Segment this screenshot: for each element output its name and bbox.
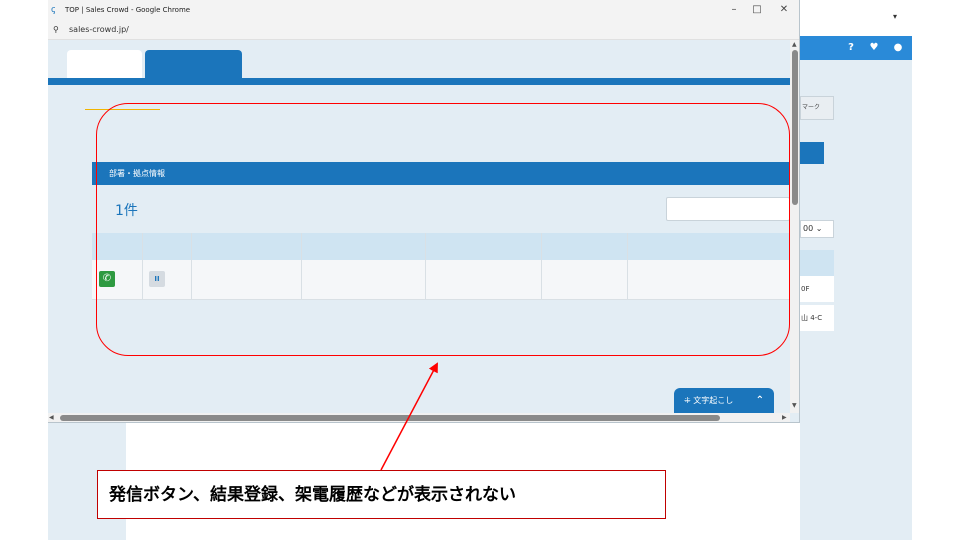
maximize-button[interactable]: □ (747, 2, 767, 18)
window-titlebar: ꞔ TOP | Sales Crowd - Google Chrome – □ … (48, 0, 799, 20)
address-url[interactable]: sales-crowd.jp/ (69, 24, 129, 36)
annotation-callout: 発信ボタン、結果登録、架電履歴などが表示されない (97, 470, 666, 519)
microphone-icon: ⁜ (684, 396, 694, 405)
background-table-row: 山 4-C (800, 305, 834, 331)
site-settings-icon[interactable]: ⚲ (53, 25, 59, 35)
vertical-scroll-thumb[interactable] (792, 50, 798, 205)
chevron-up-icon: ⌃ (755, 395, 764, 406)
close-button[interactable]: ✕ (774, 2, 794, 18)
sales-crowd-favicon-icon: ꞔ (51, 5, 56, 15)
window-title: TOP | Sales Crowd - Google Chrome (65, 6, 191, 14)
heart-icon[interactable]: ♥ (867, 41, 881, 55)
annotation-highlight-box (96, 103, 790, 356)
scroll-down-icon[interactable]: ▼ (792, 402, 797, 409)
background-tab-mark[interactable]: マーク (800, 96, 834, 120)
tab-inactive[interactable] (67, 50, 142, 78)
background-far-right-panel (835, 60, 912, 540)
address-bar[interactable]: ⚲ sales-crowd.jp/ (48, 20, 799, 40)
background-table-header (800, 250, 834, 276)
scroll-left-icon[interactable]: ◀ (49, 414, 54, 421)
chat-icon[interactable]: ● (891, 41, 905, 55)
background-topbar: ▾ (800, 0, 912, 36)
vertical-scrollbar[interactable]: ▲ ▼ (790, 40, 799, 413)
help-icon[interactable]: ? (844, 41, 858, 55)
minimize-button[interactable]: – (724, 2, 744, 18)
tab-underline-bar (48, 78, 790, 85)
tab-active[interactable] (145, 50, 242, 78)
transcribe-label: 文字起こし (693, 396, 734, 405)
background-action-button[interactable] (800, 142, 824, 164)
background-header-bar: ? ♥ ● (800, 36, 912, 60)
scroll-up-icon[interactable]: ▲ (792, 41, 797, 48)
transcribe-button[interactable]: ⁜ 文字起こし ⌃ (674, 388, 774, 413)
horizontal-scrollbar[interactable]: ◀ ▶ (48, 413, 790, 422)
background-table-row: 0F (800, 276, 834, 302)
dropdown-caret-icon[interactable]: ▾ (893, 12, 897, 21)
scroll-right-icon[interactable]: ▶ (782, 414, 787, 421)
background-page-size-select[interactable]: 00 ⌄ (800, 220, 834, 238)
horizontal-scroll-thumb[interactable] (60, 415, 720, 421)
